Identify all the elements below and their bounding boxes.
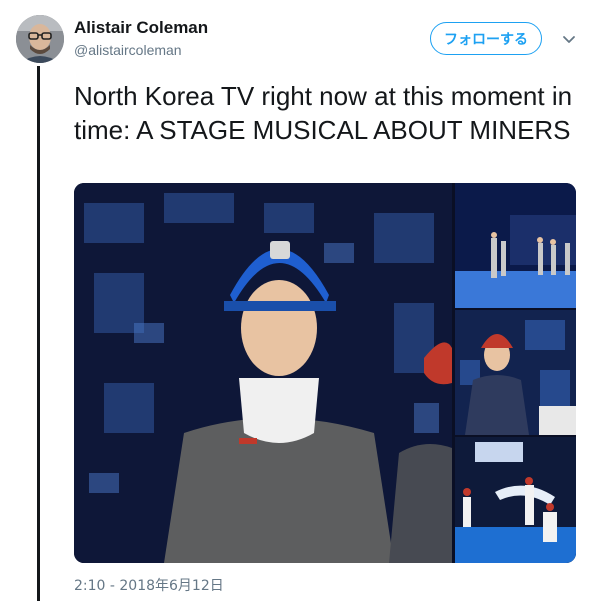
media-grid [74, 183, 576, 563]
tweet-text: North Korea TV right now at this moment … [74, 81, 573, 145]
author-handle[interactable]: @alistaircoleman [74, 42, 182, 58]
thread-line [37, 66, 40, 601]
author-name[interactable]: Alistair Coleman [74, 18, 208, 38]
media-photo-3[interactable] [455, 310, 576, 435]
media-photo-4[interactable] [455, 437, 576, 563]
media-photo-main[interactable] [74, 183, 452, 563]
media-photo-2[interactable] [455, 183, 576, 308]
follow-button[interactable]: フォローする [430, 22, 542, 55]
avatar[interactable] [16, 15, 64, 63]
chevron-down-icon[interactable] [560, 30, 578, 48]
tweet-timestamp[interactable]: 2:10 - 2018年6月12日 [74, 575, 224, 595]
